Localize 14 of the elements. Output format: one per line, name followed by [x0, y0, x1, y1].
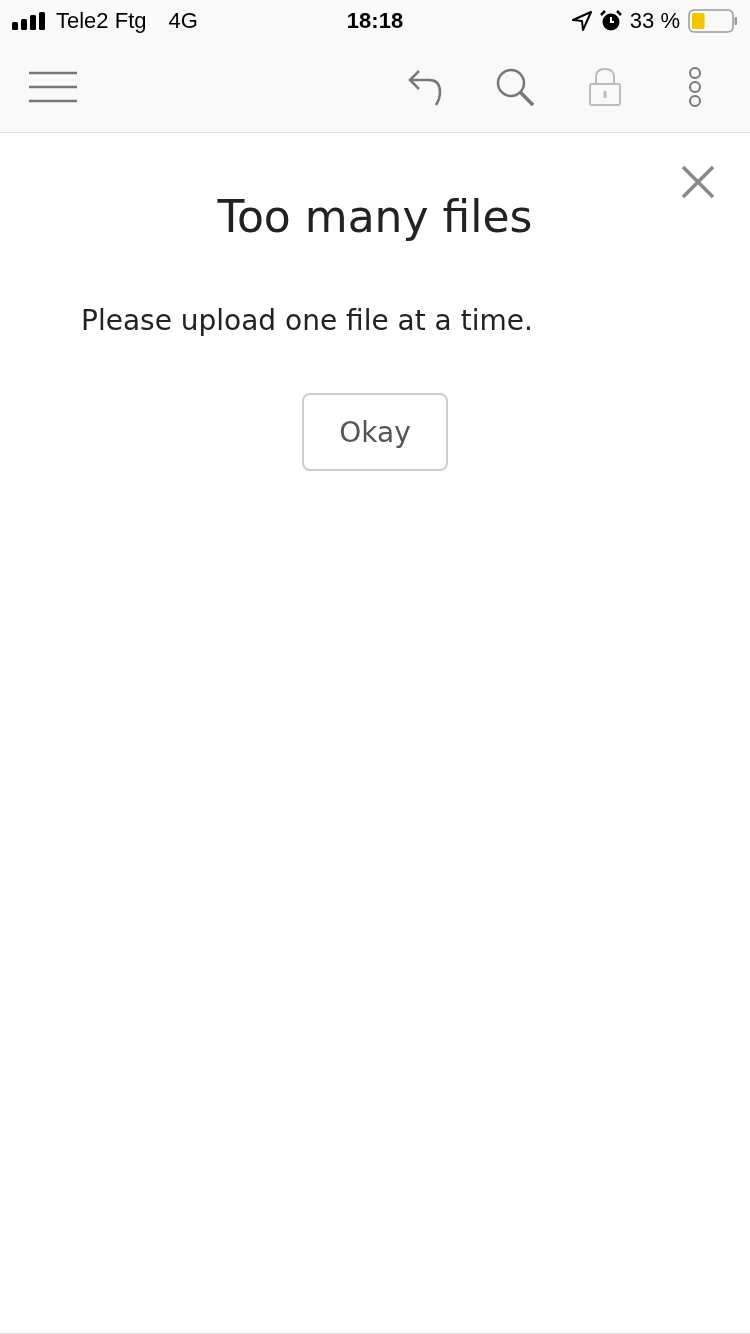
carrier-name: Tele2 Ftg	[56, 8, 147, 34]
location-arrow-icon	[571, 11, 592, 31]
dialog-title: Too many files	[217, 191, 533, 242]
menu-icon	[28, 71, 78, 103]
battery-icon	[688, 9, 738, 33]
signal-icon	[12, 12, 48, 30]
close-button[interactable]	[680, 165, 716, 201]
dialog-message: Please upload one file at a time.	[81, 304, 533, 337]
network-type: 4G	[168, 8, 198, 34]
close-icon	[681, 165, 715, 199]
alarm-clock-icon	[599, 10, 622, 32]
battery-percent: 33 %	[629, 8, 680, 34]
okay-button[interactable]: Okay	[302, 393, 448, 471]
clock-time: 18:18	[346, 8, 404, 34]
